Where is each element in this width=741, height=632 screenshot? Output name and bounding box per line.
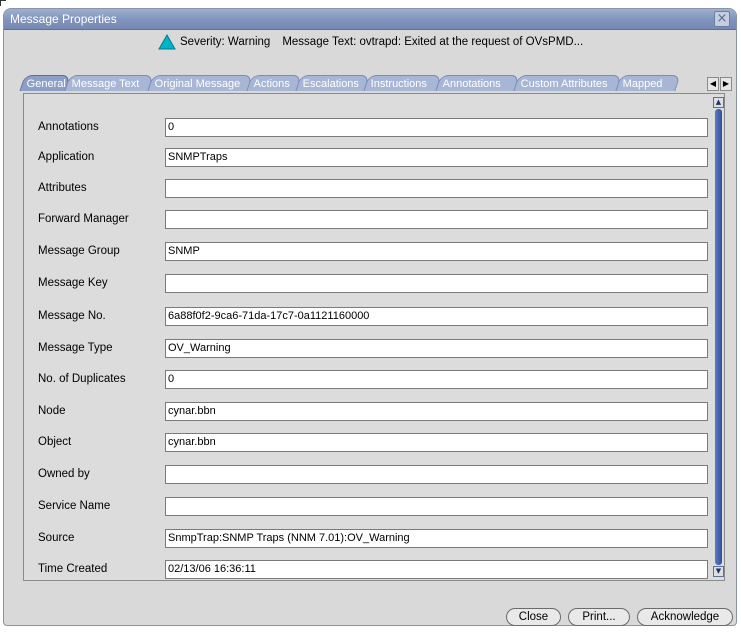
vertical-scrollbar[interactable]: ▲ ▼	[713, 97, 724, 577]
attributes-field[interactable]	[165, 179, 708, 198]
field-label: Annotations	[38, 121, 99, 133]
field-row-service-name: Service Name	[24, 497, 714, 519]
owned-by-field[interactable]	[165, 465, 708, 484]
field-row-application: Application SNMPTraps	[24, 148, 714, 170]
window-corner-marker	[0, 0, 6, 6]
window-title: Message Properties	[10, 12, 117, 26]
field-row-node: Node cynar.bbn	[24, 402, 714, 424]
forward-manager-field[interactable]	[165, 210, 708, 229]
title-bar[interactable]: Message Properties ×	[4, 9, 736, 30]
scroll-track[interactable]	[715, 109, 722, 565]
object-field[interactable]: cynar.bbn	[165, 433, 708, 452]
field-label: Owned by	[38, 468, 90, 480]
tab-actions[interactable]: Actions	[246, 75, 302, 91]
field-row-message-group: Message Group SNMP	[24, 242, 714, 264]
field-label: Message Key	[38, 277, 108, 289]
duplicates-field[interactable]: 0	[165, 370, 708, 389]
tab-message-text[interactable]: Message Text	[64, 75, 154, 91]
field-row-owned-by: Owned by	[24, 465, 714, 487]
acknowledge-button[interactable]: Acknowledge	[637, 608, 733, 626]
field-row-attributes: Attributes	[24, 179, 714, 201]
field-label: Time Created	[38, 563, 108, 575]
tab-mapped[interactable]: Mapped	[615, 75, 681, 91]
service-name-field[interactable]	[165, 497, 708, 516]
close-button[interactable]: Close	[506, 608, 561, 626]
scroll-down-icon[interactable]: ▼	[713, 566, 724, 577]
message-group-field[interactable]: SNMP	[165, 242, 708, 261]
field-label: Application	[38, 151, 95, 163]
tab-custom-attributes[interactable]: Custom Attributes	[513, 75, 622, 91]
field-label: Forward Manager	[38, 213, 129, 225]
field-label: Service Name	[38, 500, 111, 512]
warning-triangle-icon	[158, 34, 176, 50]
print-button[interactable]: Print...	[568, 608, 630, 626]
field-row-duplicates: No. of Duplicates 0	[24, 370, 714, 392]
field-row-forward-manager: Forward Manager	[24, 210, 714, 232]
tab-strip: General Message Text Original Message Ac…	[19, 75, 722, 93]
tab-general[interactable]: General	[19, 75, 71, 91]
node-field[interactable]: cynar.bbn	[165, 402, 708, 421]
message-type-field[interactable]: OV_Warning	[165, 339, 708, 358]
message-no-field[interactable]: 6a88f0f2-9ca6-71da-17c7-0a1121160000	[165, 307, 708, 326]
scroll-thumb[interactable]	[715, 109, 722, 565]
field-label: Node	[38, 405, 66, 417]
field-label: Object	[38, 436, 72, 448]
application-field[interactable]: SNMPTraps	[165, 148, 708, 167]
general-tab-panel: Annotations 0 Application SNMPTraps Attr…	[23, 93, 725, 581]
field-label: Message Type	[38, 342, 113, 354]
field-label: No. of Duplicates	[38, 373, 126, 385]
field-row-message-no: Message No. 6a88f0f2-9ca6-71da-17c7-0a11…	[24, 307, 714, 329]
tab-instructions[interactable]: Instructions	[363, 75, 442, 91]
field-row-object: Object cynar.bbn	[24, 433, 714, 455]
tab-annotations[interactable]: Annotations	[435, 75, 520, 91]
tab-scroll-left-icon[interactable]: ◀	[707, 77, 719, 91]
tab-scroll-right-icon[interactable]: ▶	[720, 77, 732, 91]
field-row-source: Source SnmpTrap:SNMP Traps (NNM 7.01):OV…	[24, 529, 714, 551]
annotations-field[interactable]: 0	[165, 118, 708, 137]
field-label: Source	[38, 532, 75, 544]
tab-original-message[interactable]: Original Message	[147, 75, 253, 91]
field-row-annotations: Annotations 0	[24, 118, 714, 140]
message-summary: Severity: Warning Message Text: ovtrapd:…	[158, 34, 583, 50]
message-text-summary: Message Text: ovtrapd: Exited at the req…	[282, 36, 584, 48]
scroll-up-icon[interactable]: ▲	[713, 97, 724, 108]
field-row-time-created: Time Created 02/13/06 16:36:11	[24, 560, 714, 582]
field-label: Message Group	[38, 245, 120, 257]
field-label: Message No.	[38, 310, 106, 322]
message-key-field[interactable]	[165, 274, 708, 293]
tab-escalations[interactable]: Escalations	[295, 75, 370, 91]
close-icon[interactable]: ×	[714, 11, 730, 27]
field-row-message-type: Message Type OV_Warning	[24, 339, 714, 361]
severity-text: Severity: Warning	[180, 36, 271, 48]
source-field[interactable]: SnmpTrap:SNMP Traps (NNM 7.01):OV_Warnin…	[165, 529, 708, 548]
time-created-field[interactable]: 02/13/06 16:36:11	[165, 560, 708, 579]
field-row-message-key: Message Key	[24, 274, 714, 296]
field-label: Attributes	[38, 182, 87, 194]
